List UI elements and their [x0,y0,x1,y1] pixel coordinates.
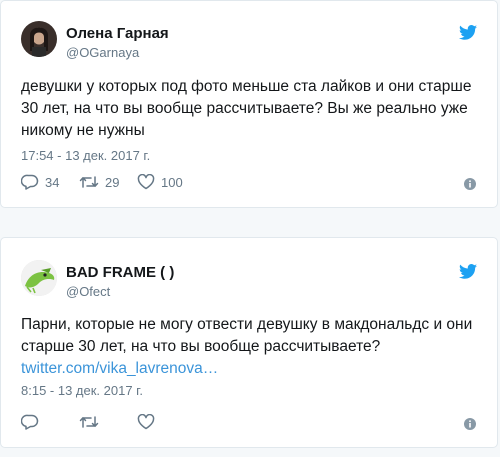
tweet-actions [21,414,477,434]
info-icon[interactable] [463,177,477,191]
tweet-timestamp[interactable]: 8:15 - 13 дек. 2017 г. [21,383,143,398]
info-icon[interactable] [463,417,477,431]
user-handle[interactable]: @OGarnaya [66,45,139,60]
retweet-button[interactable]: 29 [79,174,119,190]
like-icon [137,414,155,430]
retweet-button[interactable] [79,414,99,430]
like-icon [137,174,155,190]
tweet-timestamp[interactable]: 17:54 - 13 дек. 2017 г. [21,148,150,163]
tweet-link[interactable]: twitter.com/vika_lavrenova… [21,360,218,377]
tweet-card[interactable]: Олена Гарная @OGarnaya девушки у которых… [0,0,498,208]
reply-icon [21,174,39,190]
display-name[interactable]: BAD FRAME ( ) [66,264,174,281]
display-name[interactable]: Олена Гарная [66,25,169,42]
retweet-icon [79,416,99,428]
retweet-icon [79,176,99,188]
reply-icon [21,414,39,430]
reply-button[interactable] [21,414,39,430]
avatar[interactable] [21,21,57,57]
tweet-card[interactable]: BAD FRAME ( ) @Ofect Парни, которые не м… [0,237,498,448]
tweet-text: Парни, которые не могу отвести девушку в… [21,314,481,380]
like-count: 100 [161,174,183,190]
twitter-bird-icon[interactable] [459,264,477,279]
user-handle[interactable]: @Ofect [66,284,110,299]
retweet-count: 29 [105,174,120,190]
twitter-bird-icon[interactable] [459,25,477,40]
tweet-body: Парни, которые не могу отвести девушку в… [21,316,473,355]
tweet-text: девушки у которых под фото меньше ста ла… [21,78,472,139]
reply-button[interactable]: 34 [21,174,59,190]
like-button[interactable]: 100 [137,174,183,190]
tweet-actions: 34 29 100 [21,174,477,194]
like-button[interactable] [137,414,155,430]
avatar[interactable] [21,260,57,296]
reply-count: 34 [45,174,60,190]
